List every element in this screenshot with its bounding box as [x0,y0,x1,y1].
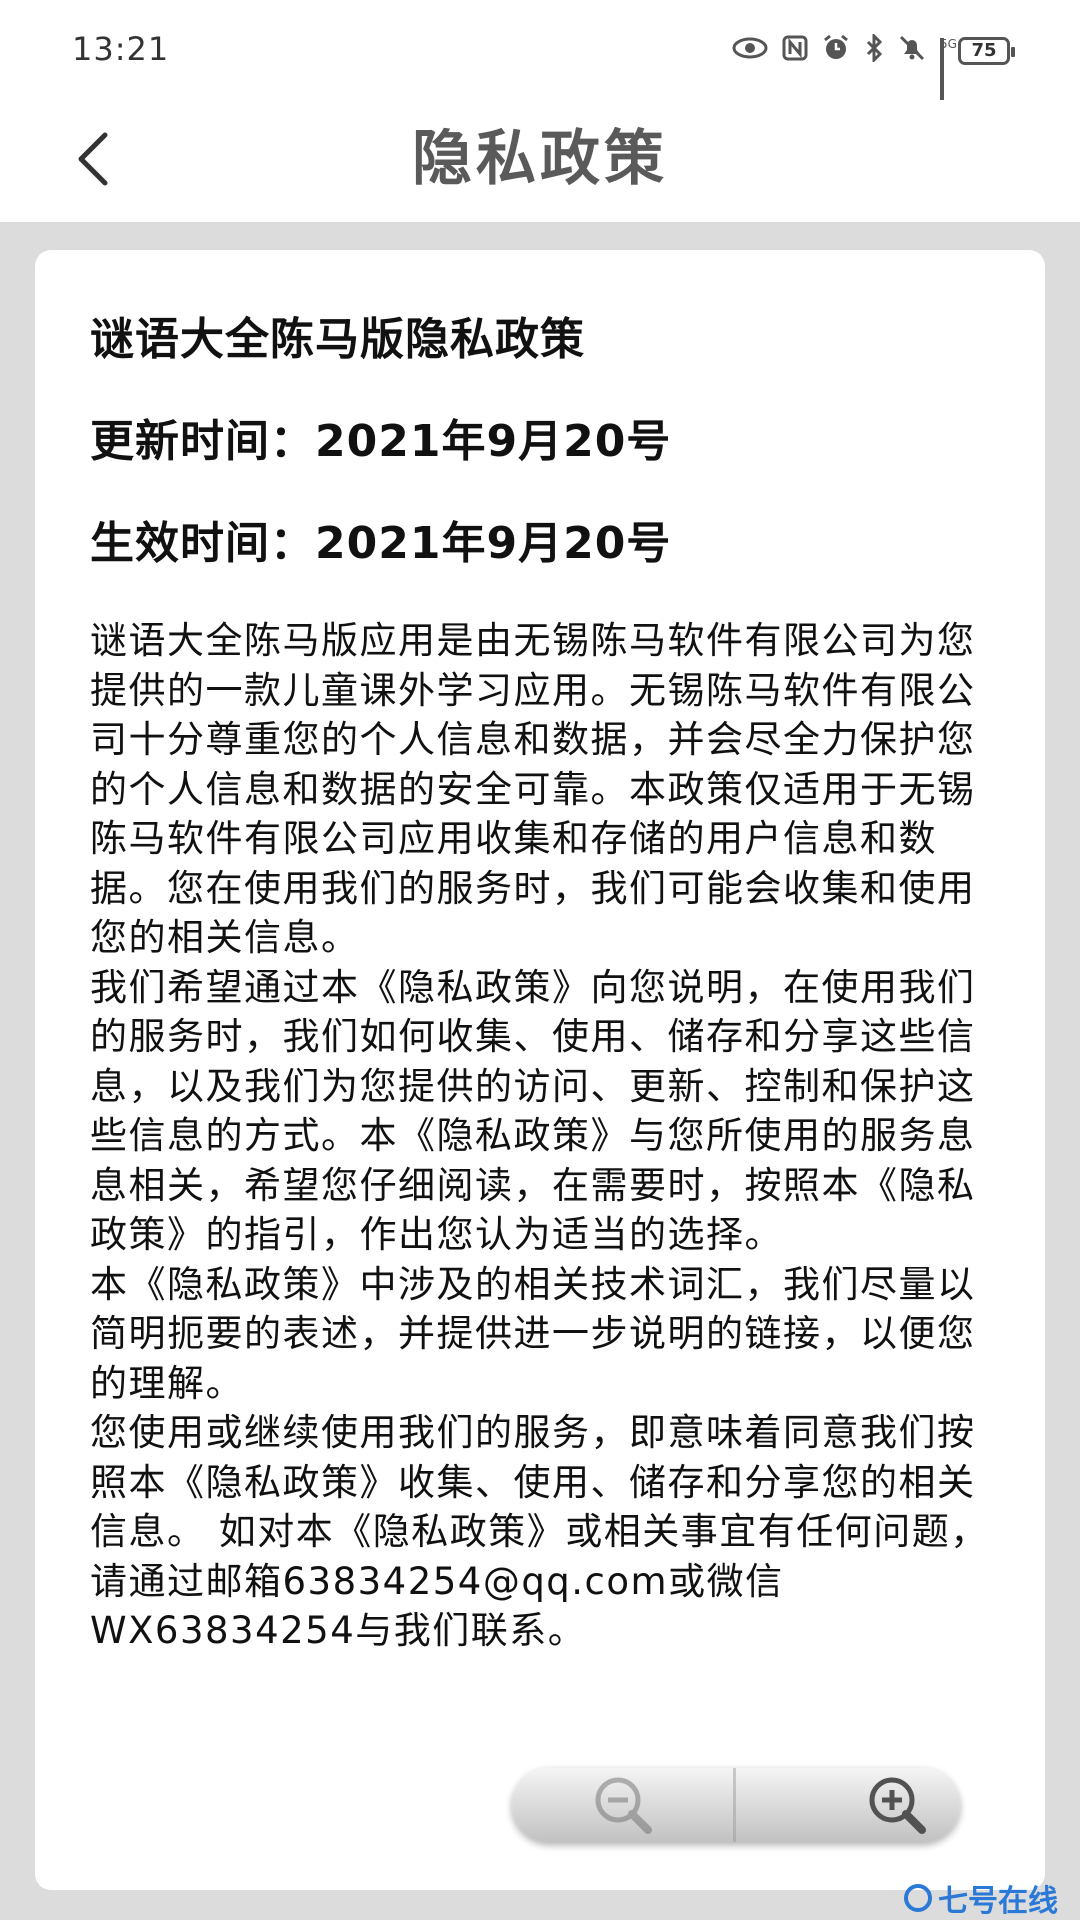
status-icons: 5G 75 [732,32,1015,113]
updated-date: 更新时间：2021年9月20号 [90,416,672,467]
network-type: 5G [940,36,957,51]
alarm-icon [822,34,850,67]
policy-heading: 谜语大全陈马版隐私政策 [90,314,585,365]
policy-card[interactable]: 谜语大全陈马版隐私政策 更新时间：2021年9月20号 生效时间：2021年9月… [35,250,1045,1890]
eye-icon [732,36,768,65]
watermark-logo-icon [904,1884,932,1912]
zoom-out-button[interactable] [512,1768,736,1842]
zoom-in-button[interactable] [736,1768,960,1842]
signal-icon: 5G [940,36,957,113]
watermark-text: 七号在线 [938,1884,1058,1919]
bluetooth-icon [864,32,884,67]
zoom-in-icon [869,1777,926,1834]
status-time: 13:21 [72,30,170,68]
zoom-out-icon [595,1777,652,1834]
watermark: 七号在线 [904,1876,1058,1920]
mute-icon [898,34,926,67]
battery-level: 75 [971,40,997,61]
app-header: 隐私政策 [0,100,1080,222]
effective-date: 生效时间：2021年9月20号 [90,518,672,569]
status-bar: 13:21 5G 75 [0,0,1080,113]
nfc-icon [782,35,808,66]
policy-body: 谜语大全陈马版应用是由无锡陈马软件有限公司为您提供的一款儿童课外学习应用。无锡陈… [90,619,989,1652]
zoom-control [512,1768,960,1842]
battery-icon: 75 [958,36,1015,65]
policy-content: 谜语大全陈马版隐私政策 更新时间：2021年9月20号 生效时间：2021年9月… [90,310,990,1656]
page-title: 隐私政策 [412,124,668,194]
